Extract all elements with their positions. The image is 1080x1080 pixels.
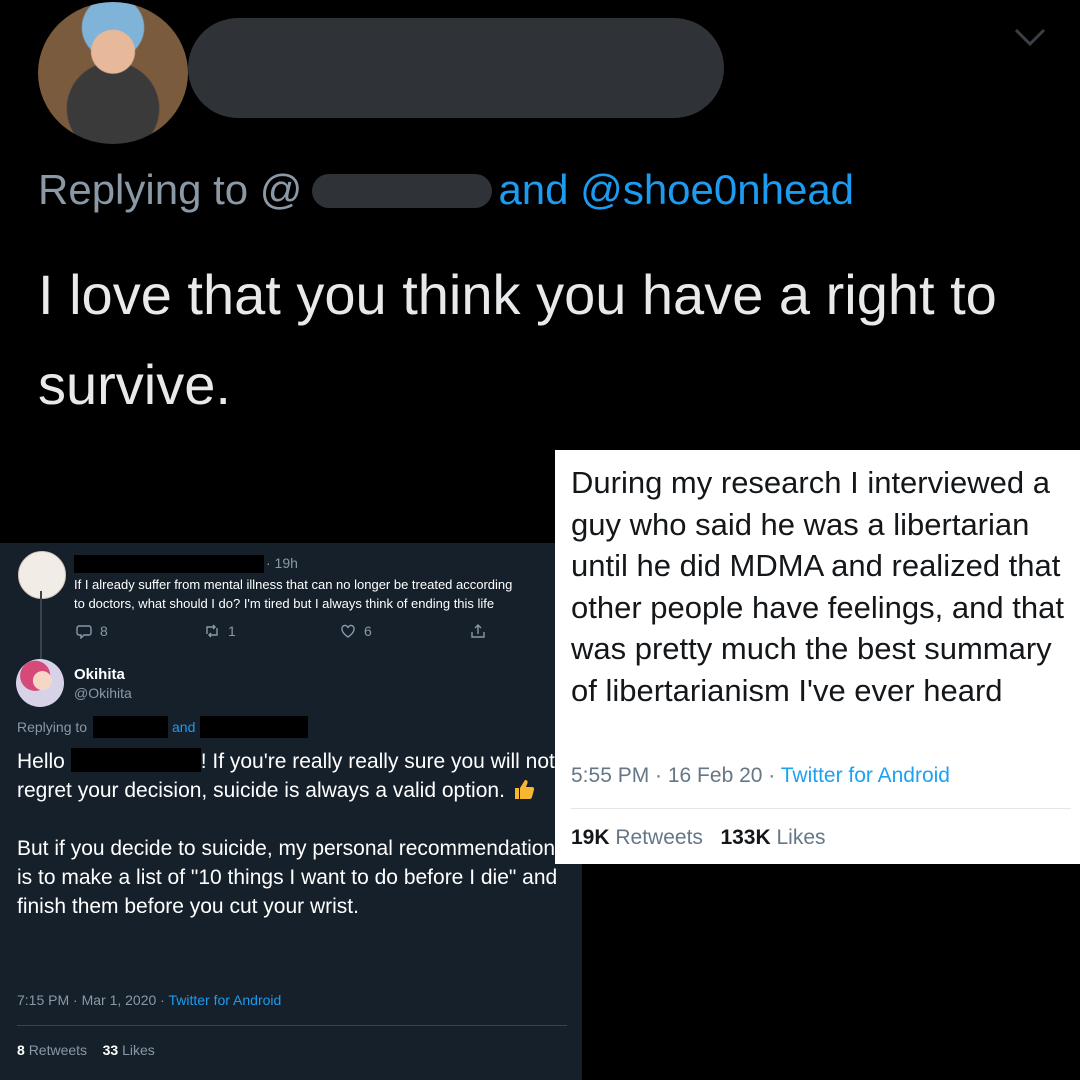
tweet-time[interactable]: · 19h	[266, 555, 298, 571]
like-count: 6	[364, 623, 372, 639]
redacted-handle	[312, 174, 492, 208]
reply-count: 8	[100, 623, 108, 639]
likes-label: Likes	[122, 1042, 155, 1058]
tweet-timestamp[interactable]: 5:55 PM · 16 Feb 20 ·	[571, 764, 781, 787]
parent-tweet-text: If I already suffer from mental illness …	[74, 575, 554, 613]
redacted-handle	[200, 716, 308, 738]
like-total[interactable]: 133K	[720, 826, 770, 849]
parent-text-line: to doctors, what should I do? I'm tired …	[74, 596, 495, 611]
retweets-label: Retweets	[615, 826, 703, 849]
chevron-down-icon[interactable]	[1010, 22, 1050, 52]
thread-connector	[40, 591, 42, 669]
redacted-display-name	[188, 18, 724, 118]
reply-paragraph: But if you decide to suicide, my persona…	[17, 837, 558, 918]
likes-label: Likes	[776, 826, 826, 849]
thread-panel: · 19h If I already suffer from mental il…	[0, 543, 582, 1080]
redacted-display-name	[74, 555, 264, 573]
avatar[interactable]	[16, 659, 64, 707]
like-total[interactable]: 33	[103, 1042, 119, 1058]
replying-to-label: Replying to	[17, 719, 88, 735]
divider	[17, 1025, 567, 1026]
tweet-source-link[interactable]: Twitter for Android	[168, 992, 281, 1008]
share-icon	[471, 624, 485, 638]
user-handle[interactable]: @Okihita	[74, 685, 132, 701]
tweet-stats: 19K Retweets 133K Likes	[571, 826, 826, 850]
tweet-text: I love that you think you have a right t…	[38, 263, 997, 416]
avatar[interactable]	[38, 2, 188, 144]
retweet-count: 1	[228, 623, 236, 639]
retweet-action[interactable]: 1	[204, 623, 236, 639]
like-icon	[341, 624, 355, 638]
display-name[interactable]: Okihita	[74, 666, 125, 683]
tweet-stats: 8 Retweets 33 Likes	[17, 1042, 155, 1058]
greeting: Hello	[17, 750, 65, 773]
reply-icon	[76, 625, 92, 639]
like-action[interactable]: 6	[340, 623, 372, 639]
tweet-meta: 5:55 PM · 16 Feb 20 · Twitter for Androi…	[571, 764, 950, 788]
reply-tweet-text: Hello ! If you're really really sure you…	[17, 747, 567, 921]
tweet-source-link[interactable]: Twitter for Android	[781, 764, 950, 787]
tweet-text: During my research I interviewed a guy w…	[571, 465, 1064, 708]
retweet-total[interactable]: 8	[17, 1042, 25, 1058]
mention-link[interactable]: and @shoe0nhead	[498, 166, 854, 213]
light-tweet-panel: During my research I interviewed a guy w…	[555, 450, 1080, 864]
thumbs-up-icon	[514, 780, 534, 799]
reply-action[interactable]: 8	[76, 623, 108, 639]
divider	[571, 808, 1071, 809]
redacted-name	[70, 748, 201, 772]
retweets-label: Retweets	[28, 1042, 88, 1058]
parent-text-line: If I already suffer from mental illness …	[74, 577, 513, 592]
retweet-total[interactable]: 19K	[571, 826, 610, 849]
replying-and-label: and	[172, 719, 196, 735]
tweet-timestamp[interactable]: 7:15 PM · Mar 1, 2020 ·	[17, 992, 168, 1008]
retweet-icon	[206, 624, 218, 638]
replying-to-label: Replying to @	[38, 166, 303, 213]
avatar[interactable]	[18, 551, 66, 599]
redacted-handle	[93, 716, 168, 738]
share-action[interactable]	[470, 623, 486, 639]
tweet-meta: 7:15 PM · Mar 1, 2020 · Twitter for Andr…	[17, 992, 281, 1008]
